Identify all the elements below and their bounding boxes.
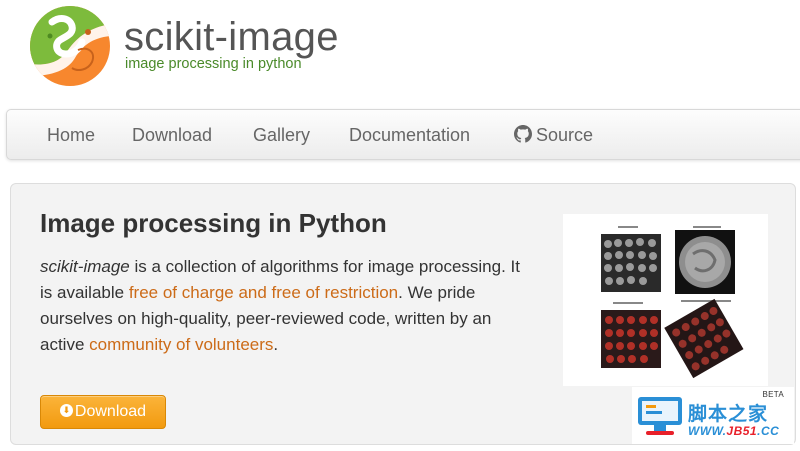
download-button[interactable]: ⬇ Download [40, 395, 166, 429]
nav-source-label: Source [536, 125, 594, 145]
nav-download[interactable]: Download [132, 110, 212, 160]
nav-source[interactable]: Source [514, 110, 593, 160]
example-figure [563, 214, 768, 386]
download-circle-icon: ⬇ [59, 404, 73, 418]
watermark-url-highlight: JB51 [726, 424, 758, 438]
nav-documentation[interactable]: Documentation [349, 110, 470, 160]
watermark-title: 脚本之家 [688, 404, 769, 425]
hero-description: scikit-image is a collection of algorith… [40, 254, 520, 358]
watermark-url: WWW.JB51.CC [688, 424, 779, 438]
free-of-charge-link[interactable]: free of charge and free of restriction [129, 283, 398, 302]
download-button-label: Download [74, 403, 147, 420]
coins-figure-image [601, 226, 744, 379]
brand-tagline: image processing in python [125, 56, 302, 72]
hero-text-part3: . [273, 335, 279, 354]
nav-gallery[interactable]: Gallery [253, 110, 310, 160]
hero-project-name: scikit-image [40, 257, 130, 276]
watermark-computer-icon [638, 397, 682, 435]
watermark-beta: BETA [762, 390, 784, 399]
watermark-url-prefix: WWW. [688, 424, 727, 438]
brand-title[interactable]: scikit-image [124, 14, 339, 60]
watermark-url-suffix: .CC [757, 424, 780, 438]
community-link[interactable]: community of volunteers [89, 335, 273, 354]
nav-home[interactable]: Home [47, 110, 95, 160]
navbar: Home Download Gallery Documentation Sour… [6, 109, 800, 160]
github-icon [514, 125, 532, 143]
jb51-watermark[interactable]: BETA 脚本之家 WWW.JB51.CC [632, 387, 794, 444]
scikit-image-logo[interactable] [30, 6, 110, 86]
hero-title: Image processing in Python [40, 208, 387, 238]
